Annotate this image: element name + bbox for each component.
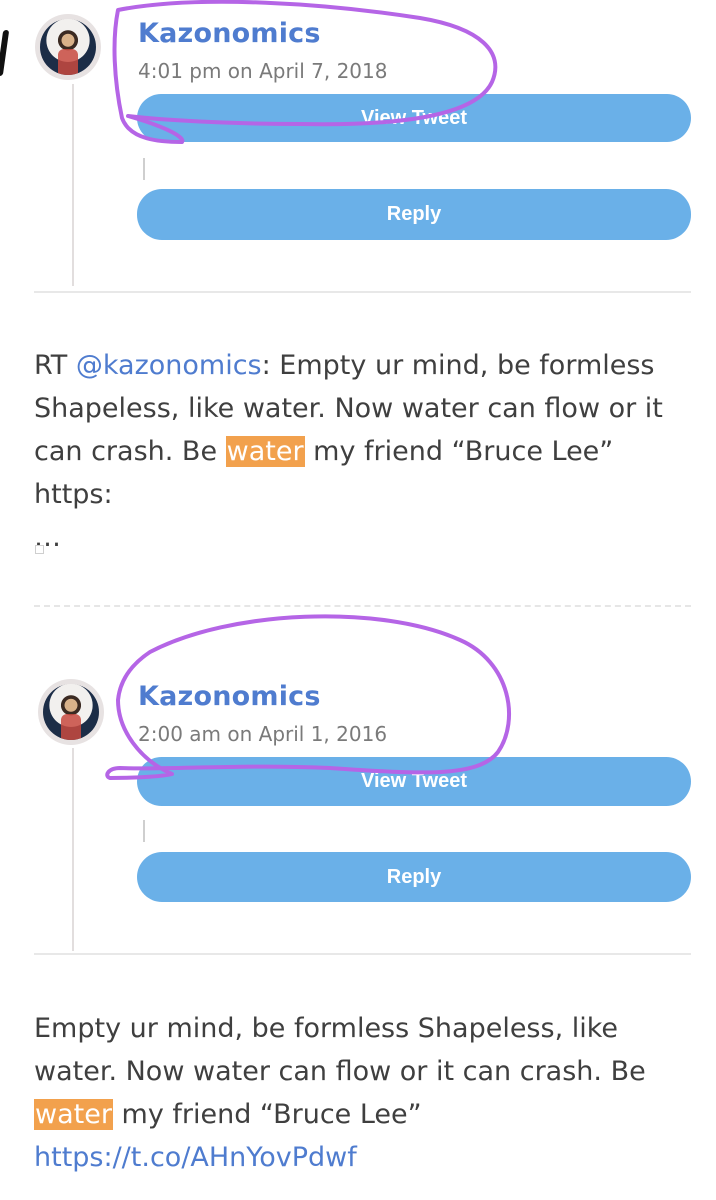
thread-line (72, 84, 74, 286)
section-divider (34, 291, 691, 293)
tweet-text-body: Empty ur mind, be formless Shapeless, li… (34, 1013, 646, 1087)
edge-mark (0, 30, 10, 76)
reply-button[interactable]: Reply (137, 189, 691, 240)
reply-button[interactable]: Reply (137, 852, 691, 902)
view-tweet-button[interactable]: View Tweet (137, 94, 691, 142)
mention-link[interactable]: @kazonomics (76, 350, 262, 381)
divider-tick (143, 158, 145, 180)
tweet-text: RT @kazonomics: Empty ur mind, be formle… (34, 344, 694, 559)
thread-line (72, 748, 74, 951)
tweet-timestamp[interactable]: 2:00 am on April 1, 2016 (138, 722, 387, 746)
tweet-timestamp[interactable]: 4:01 pm on April 7, 2018 (138, 59, 387, 83)
avatar-image (40, 19, 96, 75)
author-name[interactable]: Kazonomics (138, 681, 321, 712)
divider-tick (143, 820, 145, 842)
search-highlight: water (225, 436, 305, 467)
search-highlight: water (34, 1099, 113, 1130)
media-placeholder-icon (35, 545, 44, 554)
author-name[interactable]: Kazonomics (138, 18, 321, 49)
section-divider (34, 953, 691, 955)
tweet-text: Empty ur mind, be formless Shapeless, li… (34, 1007, 694, 1179)
view-tweet-button[interactable]: View Tweet (137, 757, 691, 806)
tweet-link[interactable]: https://t.co/AHnYovPdwf (34, 1142, 357, 1173)
avatar[interactable] (38, 679, 104, 745)
section-divider-dashed (34, 605, 691, 607)
avatar-image (43, 684, 99, 740)
tweet-text-tail: my friend “Bruce Lee” (112, 1099, 422, 1130)
avatar[interactable] (35, 14, 101, 80)
tweet-text-prefix: RT (34, 350, 76, 381)
